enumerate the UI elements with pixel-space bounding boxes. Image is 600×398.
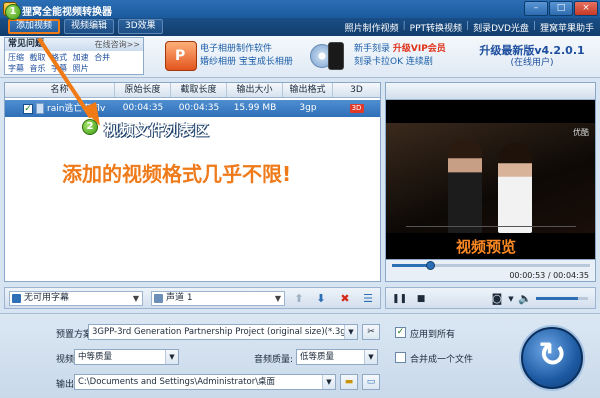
chevron-down-icon: ▼ (132, 294, 139, 303)
time-readout: 00:00:53 / 00:04:35 (509, 271, 589, 280)
seek-progress (392, 264, 430, 267)
video-quality-select[interactable]: 中等质量 ▼ (74, 349, 179, 365)
list-area-label: 视频文件列表区 (104, 121, 210, 139)
file-cut-length: 00:04:35 (178, 103, 220, 113)
album-promo[interactable]: 电子相册制作软件 婚纱相册 宝宝成长相册 (200, 43, 293, 69)
audio-track-dropdown[interactable]: 声道 1 ▼ (151, 291, 285, 306)
album-promo-line2[interactable]: 婚纱相册 宝宝成长相册 (200, 56, 293, 69)
step-marker-1: 1 (5, 4, 21, 20)
subtitle-icon (12, 294, 21, 303)
3d-badge-icon[interactable]: 3D (349, 104, 364, 113)
convert-button[interactable] (521, 327, 583, 389)
frame-caption-line (406, 217, 576, 227)
window-title: 狸窝全能视频转换器 (22, 7, 112, 18)
close-icon[interactable]: × (574, 1, 598, 16)
burn-promo-line1[interactable]: 新手刻录 (354, 44, 390, 54)
callout-arrow (38, 38, 100, 126)
nav-ppt-to-video[interactable]: PPT转换视频 (410, 21, 462, 34)
seek-area: 00:00:53 / 00:04:35 (385, 260, 596, 282)
ppt-promo-icon[interactable] (165, 41, 197, 71)
burn-promo-line2[interactable]: 刻录卡拉OK 连续剧 (354, 56, 446, 69)
file-3d-cell: 3D (333, 100, 380, 117)
vip-upgrade-link[interactable]: 升级VIP会员 (393, 44, 446, 54)
open-folder-icon[interactable]: ▬ (340, 374, 358, 390)
maximize-icon[interactable]: □ (549, 1, 573, 16)
chevron-down-icon: ▼ (165, 350, 178, 364)
list-toolbar: 无可用字幕 ▼ 声道 1 ▼ ⬆ ⬇ ✖ ☰ (4, 287, 381, 309)
top-nav: 照片制作视频 | PPT转换视频 | 刻录DVD光盘 | 狸窝苹果助手 (344, 21, 594, 34)
version-info[interactable]: 升级最新版v4.2.0.1 (在线用户) (470, 44, 594, 70)
nav-photo-to-video[interactable]: 照片制作视频 (345, 21, 399, 34)
step-marker-2: 2 (82, 119, 98, 135)
preset-value: 3GPP-3rd Generation Partnership Project … (92, 327, 355, 337)
preview-header (386, 83, 595, 100)
burn-promo[interactable]: 新手刻录 升级VIP会员 刻录卡拉OK 连续剧 (354, 43, 446, 69)
snapshot-icon[interactable]: ◙ (490, 292, 504, 306)
audio-track-icon (154, 294, 163, 303)
chevron-down-icon[interactable]: ▼ (504, 292, 518, 306)
col-3d[interactable]: 3D (333, 83, 380, 97)
seek-handle[interactable] (425, 261, 435, 270)
col-output-size[interactable]: 输出大小 (227, 83, 283, 97)
audio-quality-select[interactable]: 低等质量 ▼ (296, 349, 378, 365)
chevron-down-icon: ▼ (322, 375, 335, 389)
merge-checkbox[interactable] (395, 352, 406, 363)
time-total: 00:04:35 (553, 271, 589, 280)
volume-level (536, 297, 578, 300)
chevron-down-icon: ▼ (274, 294, 281, 303)
window-controls: – □ × (524, 1, 598, 16)
col-output-format[interactable]: 输出格式 (283, 83, 333, 97)
video-preview[interactable]: 优酷 (385, 82, 596, 260)
video-quality-value: 中等质量 (78, 352, 113, 362)
merge-label[interactable]: 合并成一个文件 (410, 352, 473, 365)
time-current: 00:00:53 (509, 271, 546, 280)
audio-quality-label: 音频质量: (254, 355, 294, 365)
volume-icon[interactable]: 🔈 (518, 292, 532, 306)
file-output-format: 3gp (299, 103, 317, 113)
formats-note: 添加的视频格式几乎不限! (62, 162, 292, 186)
nav-burn-dvd[interactable]: 刻录DVD光盘 (473, 21, 529, 34)
move-down-icon[interactable]: ⬇ (314, 292, 328, 306)
pause-icon[interactable]: ❚❚ (392, 292, 407, 306)
audio-quality-value: 低等质量 (300, 352, 335, 362)
col-cut-length[interactable]: 截取长度 (171, 83, 227, 97)
watermark: 优酷 (573, 128, 589, 137)
minimize-icon[interactable]: – (524, 1, 548, 16)
list-options-icon[interactable]: ☰ (361, 292, 375, 306)
apply-all-label[interactable]: 应用到所有 (410, 327, 455, 340)
preset-settings-icon[interactable]: ✂ (362, 324, 380, 340)
subtitle-dropdown[interactable]: 无可用字幕 ▼ (9, 291, 143, 306)
playback-toolbar: ❚❚ ■ ◙ ▼ 🔈 (385, 287, 596, 309)
output-dir-value: C:\Documents and Settings\Administrator\… (78, 377, 276, 387)
online-users-text: (在线用户) (510, 58, 554, 68)
upgrade-version-link[interactable]: 升级最新版v4.2.0.1 (479, 44, 584, 57)
preset-select[interactable]: 3GPP-3rd Generation Partnership Project … (88, 324, 358, 340)
seek-bar[interactable] (392, 261, 590, 270)
album-promo-line1[interactable]: 电子相册制作软件 (200, 43, 293, 56)
output-dir-field[interactable]: C:\Documents and Settings\Administrator\… (74, 374, 336, 390)
title-bar: 狸窝全能视频转换器 – □ × (0, 0, 600, 18)
delete-icon[interactable]: ✖ (338, 292, 352, 306)
dvd-phone-promo-icon[interactable] (310, 42, 346, 70)
chevron-down-icon: ▼ (364, 350, 377, 364)
chevron-down-icon: ▼ (344, 325, 357, 339)
preview-label: 视频预览 (456, 238, 517, 256)
subtitle-value: 无可用字幕 (24, 293, 70, 303)
preview-frame: 优酷 (386, 123, 595, 233)
browse-folder-icon[interactable]: ▭ (362, 374, 380, 390)
audio-track-value: 声道 1 (166, 293, 193, 303)
volume-slider[interactable] (536, 297, 588, 300)
stop-icon[interactable]: ■ (414, 292, 428, 306)
nav-apple-helper[interactable]: 狸窝苹果助手 (540, 21, 594, 34)
apply-all-checkbox[interactable]: ✓ (395, 327, 406, 338)
file-output-size: 15.99 MB (233, 103, 277, 113)
move-up-icon[interactable]: ⬆ (292, 292, 306, 306)
